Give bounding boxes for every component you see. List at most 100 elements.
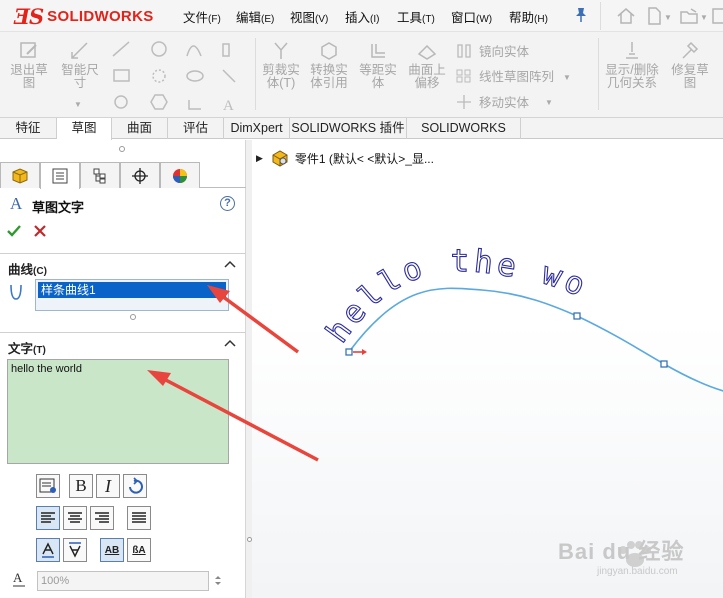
text-group-header[interactable]: 文字(T) (0, 332, 246, 356)
watermark-url: jingyan.baidu.com (597, 566, 678, 577)
align-right-button[interactable] (90, 506, 114, 530)
width-factor-spinner[interactable] (214, 575, 222, 586)
offset-entities-button[interactable]: 等距实 体 (355, 40, 401, 90)
tab-configuration-manager[interactable] (80, 162, 120, 188)
curve-selection-icon (10, 284, 22, 300)
flip-vertical-icon (42, 542, 54, 558)
convert-label: 转换实 体引用 (310, 63, 348, 90)
chevron-down-icon[interactable]: ▼ (664, 13, 672, 22)
italic-button[interactable]: I (96, 474, 120, 498)
tab-property-manager[interactable] (40, 162, 80, 189)
mirror-icon (457, 43, 471, 58)
move-entities-button[interactable]: 移动实体 (455, 92, 529, 111)
appearance-icon (173, 168, 187, 183)
exit-sketch-button[interactable]: 退出草 图 (6, 40, 52, 90)
convert-entities-button[interactable]: 转换实 体引用 (306, 40, 352, 90)
menu-tools[interactable]: 工具(T) (397, 7, 435, 26)
ds-logo-icon: ƎS (14, 3, 44, 29)
property-manager-title: 草图文字 (32, 200, 85, 215)
justify-button[interactable] (127, 506, 151, 530)
part-tree-label: 零件1 (默认< <默认>_显... (294, 151, 434, 166)
linear-pattern-icon (456, 69, 471, 82)
spline-point-mid[interactable] (573, 312, 581, 320)
curve-selection-box[interactable]: 样条曲线1 (35, 279, 229, 311)
offset-on-surface-button[interactable]: 曲面上 偏移 (404, 40, 450, 90)
tab-dimxpert-manager[interactable] (120, 162, 160, 188)
menu-separator (600, 2, 601, 30)
flip-down-icon (69, 542, 81, 558)
repair-sketch-button[interactable]: 修复草 图 (666, 40, 714, 90)
bold-button[interactable]: B (69, 474, 93, 498)
menu-help[interactable]: 帮助(H) (509, 7, 548, 26)
selection-box-resize-handle[interactable] (130, 314, 136, 320)
sketch-text[interactable]: hello the world (252, 140, 594, 350)
feature-tree-flyout[interactable]: ▶ 零件1 (默认< <默认>_显... (256, 149, 434, 167)
solidworks-logo[interactable]: ƎS SOLIDWORKS (14, 3, 154, 29)
flip-vertical-down-button[interactable] (63, 538, 87, 562)
move-icon (457, 94, 471, 109)
panel-collapse-handle[interactable] (119, 146, 125, 152)
ok-check-icon[interactable] (6, 224, 22, 238)
width-factor-icon: A (13, 570, 25, 587)
property-manager-panel: A 草图文字 ? 曲线(C) 样条曲线1 文字(T) hello the wor… (0, 140, 246, 598)
tab-sketch[interactable]: 草图 (57, 118, 112, 140)
chevron-up-icon[interactable] (224, 259, 236, 269)
tab-dimxpert[interactable]: DimXpert (224, 118, 290, 139)
expand-caret-icon[interactable]: ▶ (256, 153, 263, 164)
command-manager: 退出草 图 智能尺 寸 ▼ A 剪裁实 体(T) 转换实 体引用 等距实 体 曲… (0, 32, 723, 117)
tab-display-manager[interactable] (160, 162, 200, 188)
chevron-down-icon[interactable]: ▼ (74, 100, 82, 109)
repair-label: 修复草 图 (671, 63, 709, 90)
trim-label: 剪裁实 体(T) (262, 63, 300, 90)
rotate-button[interactable] (123, 474, 147, 498)
svg-text:A: A (13, 570, 23, 585)
cancel-x-icon[interactable] (33, 224, 47, 238)
open-folder-icon[interactable] (679, 6, 699, 26)
flip-vertical-button[interactable] (36, 538, 60, 562)
chevron-down-icon[interactable]: ▼ (700, 13, 708, 22)
tab-features[interactable]: 特征 (0, 118, 57, 139)
display-delete-relations-button[interactable]: 显示/删除 几何关系 (601, 40, 663, 90)
flip-horizontal-button[interactable]: AB (100, 538, 124, 562)
linear-pattern-button[interactable]: 线性草图阵列 (455, 66, 554, 85)
pin-icon[interactable] (574, 7, 588, 23)
curves-group-header[interactable]: 曲线(C) (0, 253, 246, 277)
spline-point-end[interactable] (660, 360, 668, 368)
tab-solidworks-addins[interactable]: SOLIDWORKS 插件 (290, 118, 407, 139)
sketch-entities-icons[interactable]: A (111, 40, 251, 112)
smart-dimension-button[interactable]: 智能尺 寸 (57, 40, 103, 90)
trim-entities-button[interactable]: 剪裁实 体(T) (258, 40, 304, 90)
flip-horizontal-reverse-button[interactable]: ßA (127, 538, 151, 562)
link-to-property-button[interactable] (36, 474, 60, 498)
home-icon[interactable] (616, 6, 636, 26)
chevron-down-icon[interactable]: ▼ (545, 98, 553, 107)
bold-icon: B (75, 476, 87, 495)
align-center-button[interactable] (63, 506, 87, 530)
tab-feature-manager[interactable] (0, 162, 40, 188)
tab-surfaces[interactable]: 曲面 (112, 118, 168, 139)
align-left-button[interactable] (36, 506, 60, 530)
tab-evaluate[interactable]: 评估 (168, 118, 224, 139)
convert-icon (321, 42, 337, 60)
menu-edit[interactable]: 编辑(E) (236, 7, 274, 26)
menu-view[interactable]: 视图(V) (290, 7, 328, 26)
rotate-icon (129, 477, 143, 494)
new-document-icon[interactable] (644, 6, 664, 26)
feature-tree-icon (12, 167, 28, 184)
menu-file[interactable]: 文件(F) (183, 7, 221, 26)
mirror-entities-button[interactable]: 镜向实体 (455, 41, 529, 60)
help-icon[interactable]: ? (220, 196, 235, 211)
sketch-text-input[interactable]: hello the world (7, 359, 229, 464)
chevron-down-icon[interactable]: ▼ (563, 73, 571, 82)
svg-text:A: A (223, 98, 234, 112)
menu-insert[interactable]: 插入(I) (345, 7, 379, 26)
relations-icon (626, 42, 638, 59)
tab-solidworks-mbd[interactable]: SOLIDWORKS MBD (407, 118, 521, 155)
selected-curve-item[interactable]: 样条曲线1 (38, 282, 226, 298)
width-factor-field[interactable]: 100% (37, 571, 209, 591)
chevron-up-icon[interactable] (224, 338, 236, 348)
linear-pattern-label: 线性草图阵列 (479, 70, 555, 84)
menu-window[interactable]: 窗口(W) (451, 7, 492, 26)
spline-point-start[interactable] (345, 348, 353, 356)
save-icon[interactable] (711, 6, 723, 26)
